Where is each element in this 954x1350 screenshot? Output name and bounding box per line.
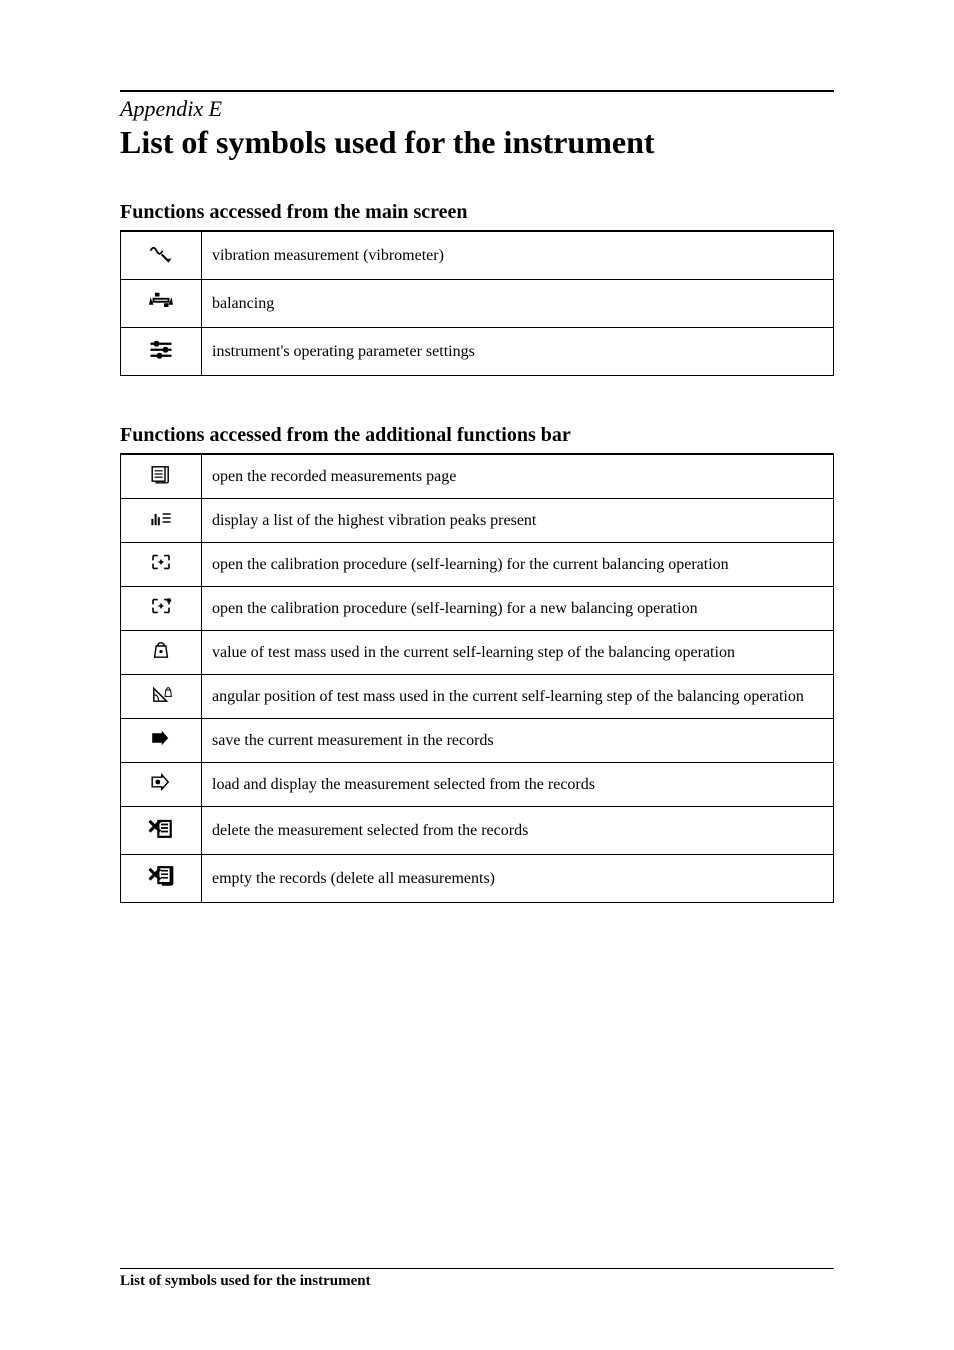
- table-row: open the recorded measurements page: [121, 455, 834, 499]
- cell-desc: angular position of test mass used in th…: [202, 675, 834, 719]
- table-row: vibration measurement (vibrometer): [121, 232, 834, 280]
- cell-desc: display a list of the highest vibration …: [202, 499, 834, 543]
- test-mass-angle-icon: [121, 675, 202, 719]
- footer-rule: [120, 1268, 834, 1269]
- delete-record-icon: [121, 807, 202, 855]
- table-row: empty the records (delete all measuremen…: [121, 855, 834, 903]
- cell-desc: value of test mass used in the current s…: [202, 631, 834, 675]
- page-footer: List of symbols used for the instrument: [120, 1268, 834, 1290]
- empty-records-icon: [121, 855, 202, 903]
- balancing-icon: [121, 280, 202, 328]
- main-functions-table: vibration measurement (vibrometer) balan…: [120, 231, 834, 376]
- table-row: display a list of the highest vibration …: [121, 499, 834, 543]
- settings-icon: [121, 328, 202, 376]
- table-row: instrument's operating parameter setting…: [121, 328, 834, 376]
- additional-functions-table: open the recorded measurements page disp…: [120, 454, 834, 903]
- test-mass-value-icon: [121, 631, 202, 675]
- table-row: balancing: [121, 280, 834, 328]
- section1-heading: Functions accessed from the main screen: [120, 201, 834, 224]
- cell-desc: delete the measurement selected from the…: [202, 807, 834, 855]
- table-row: delete the measurement selected from the…: [121, 807, 834, 855]
- appendix-label: Appendix E: [120, 96, 834, 122]
- cell-desc: vibration measurement (vibrometer): [202, 232, 834, 280]
- cell-desc: open the recorded measurements page: [202, 455, 834, 499]
- page-title: List of symbols used for the instrument: [120, 124, 834, 161]
- vibrometer-icon: [121, 232, 202, 280]
- cell-desc: load and display the measurement selecte…: [202, 763, 834, 807]
- table-row: angular position of test mass used in th…: [121, 675, 834, 719]
- table-row: value of test mass used in the current s…: [121, 631, 834, 675]
- top-rule: [120, 90, 834, 92]
- cell-desc: empty the records (delete all measuremen…: [202, 855, 834, 903]
- table-row: load and display the measurement selecte…: [121, 763, 834, 807]
- section2-heading: Functions accessed from the additional f…: [120, 424, 834, 447]
- peaks-list-icon: [121, 499, 202, 543]
- table-row: save the current measurement in the reco…: [121, 719, 834, 763]
- calibrate-new-icon: [121, 587, 202, 631]
- cell-desc: instrument's operating parameter setting…: [202, 328, 834, 376]
- cell-desc: open the calibration procedure (self-lea…: [202, 543, 834, 587]
- save-record-icon: [121, 719, 202, 763]
- cell-desc: open the calibration procedure (self-lea…: [202, 587, 834, 631]
- load-record-icon: [121, 763, 202, 807]
- cell-desc: balancing: [202, 280, 834, 328]
- footer-text: List of symbols used for the instrument: [120, 1273, 834, 1290]
- calibrate-current-icon: [121, 543, 202, 587]
- table-row: open the calibration procedure (self-lea…: [121, 587, 834, 631]
- cell-desc: save the current measurement in the reco…: [202, 719, 834, 763]
- records-page-icon: [121, 455, 202, 499]
- table-row: open the calibration procedure (self-lea…: [121, 543, 834, 587]
